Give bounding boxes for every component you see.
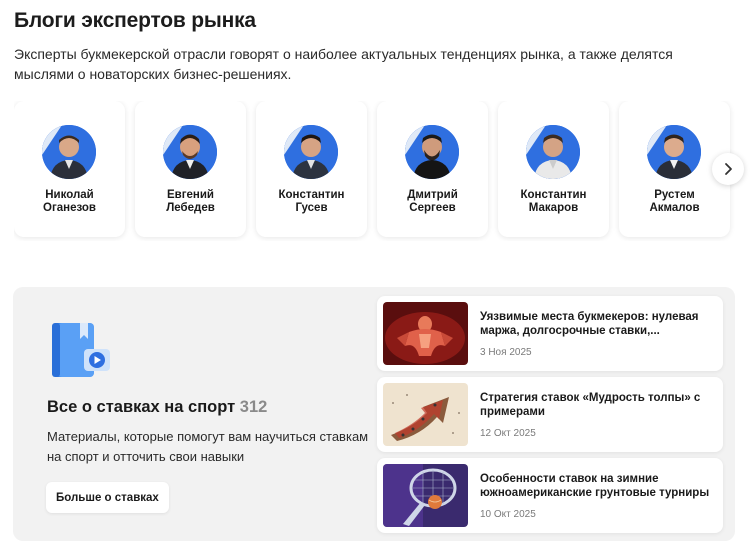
avatar <box>526 125 580 179</box>
expert-card[interactable]: Николай Оганезов <box>14 101 125 237</box>
guide-title: Все о ставках на спорт 312 <box>47 398 268 416</box>
guide-count: 312 <box>239 398 268 416</box>
book-video-icon <box>50 321 112 386</box>
avatar <box>42 125 96 179</box>
tennis-racket-image <box>383 464 468 527</box>
carousel-next-button[interactable] <box>712 153 744 185</box>
experts-carousel: Николай Оганезов Евгений Лебедев Константи… <box>14 101 750 241</box>
avatar <box>284 125 338 179</box>
expert-name: Константин Макаров <box>520 189 587 214</box>
more-about-betting-button[interactable]: Больше о ставках <box>46 482 169 513</box>
expert-card[interactable]: Константин Макаров <box>498 101 609 237</box>
article-title: Особенности ставок на зимние южноамерика… <box>480 473 710 499</box>
expert-card[interactable]: Евгений Лебедев <box>135 101 246 237</box>
article-date: 3 Ноя 2025 <box>480 347 532 358</box>
expert-name: Дмитрий Сергеев <box>407 189 458 214</box>
guide-description: Материалы, которые помогут вам научиться… <box>47 429 369 464</box>
expert-name: Рустем Акмалов <box>649 189 700 214</box>
article-card[interactable]: Особенности ставок на зимние южноамерика… <box>377 458 723 533</box>
crowd-arrow-image <box>383 383 468 446</box>
expert-card[interactable]: Константин Гусев <box>256 101 367 237</box>
avatar <box>163 125 217 179</box>
article-date: 10 Окт 2025 <box>480 509 536 520</box>
expert-card[interactable]: Дмитрий Сергеев <box>377 101 488 237</box>
section-intro: Эксперты букмекерской отрасли говорят о … <box>14 46 673 82</box>
muscle-figure-image <box>383 302 468 365</box>
expert-name: Николай Оганезов <box>43 189 96 214</box>
article-title: Стратегия ставок «Мудрость толпы» с прим… <box>480 392 701 418</box>
article-title: Уязвимые места букмекеров: нулевая маржа… <box>480 311 699 337</box>
section-title: Блоги экспертов рынка <box>14 9 256 32</box>
article-card[interactable]: Стратегия ставок «Мудрость толпы» с прим… <box>377 377 723 452</box>
expert-name: Константин Гусев <box>278 189 345 214</box>
article-card[interactable]: Уязвимые места букмекеров: нулевая маржа… <box>377 296 723 371</box>
avatar <box>405 125 459 179</box>
chevron-right-icon <box>725 163 732 175</box>
article-date: 12 Окт 2025 <box>480 428 536 439</box>
expert-name: Евгений Лебедев <box>166 189 215 214</box>
avatar <box>647 125 701 179</box>
betting-guide-panel: Все о ставках на спорт 312 Материалы, ко… <box>13 287 735 541</box>
